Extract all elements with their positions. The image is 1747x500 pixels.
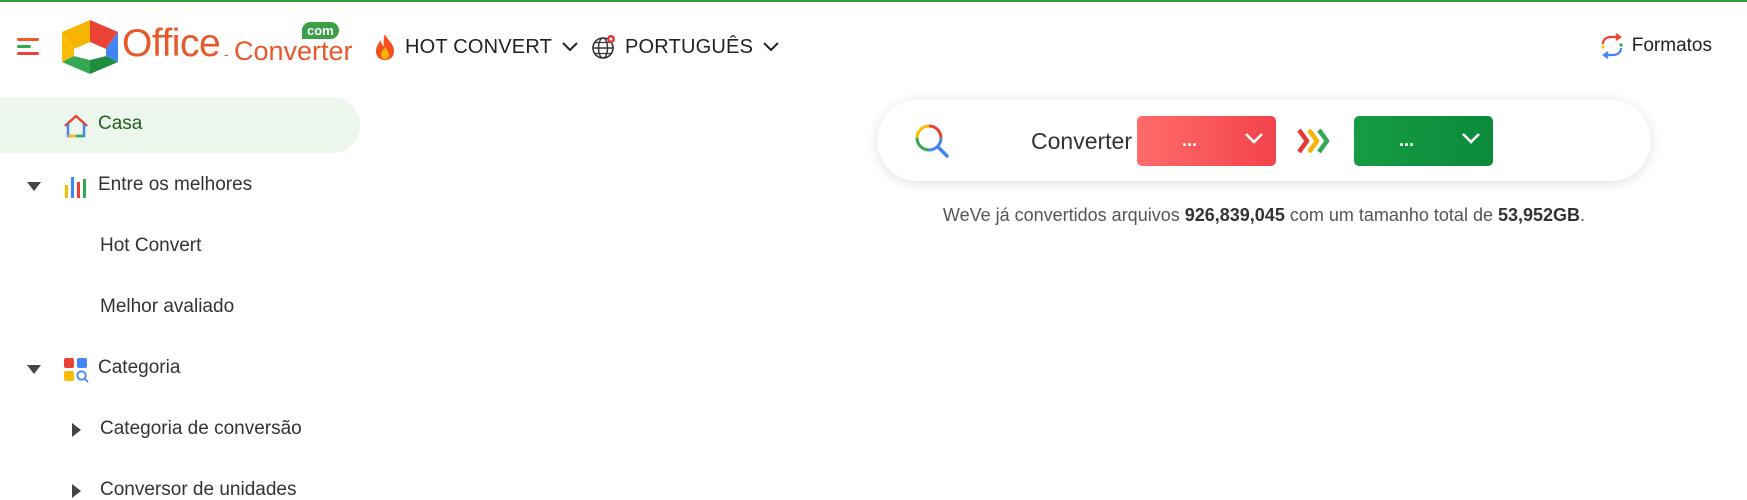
logo-text-office: Office	[122, 22, 221, 65]
stats-middle: com um tamanho total de	[1289, 205, 1493, 225]
to-format-value: ...	[1398, 130, 1414, 150]
chevron-down-icon	[763, 42, 779, 52]
fire-icon	[376, 34, 394, 60]
logo-dash: -	[224, 46, 229, 62]
from-format-value: ...	[1181, 130, 1197, 150]
from-format-select[interactable]: ...	[1137, 116, 1276, 166]
sidebar-item-label: Conversor de unidades	[100, 479, 297, 500]
chevron-down-icon	[1245, 133, 1263, 144]
globe-icon	[592, 35, 615, 59]
formats-link[interactable]: Formatos	[1599, 33, 1712, 59]
sidebar-item-categoria[interactable]: Categoria	[0, 341, 360, 397]
caret-right-icon	[72, 484, 81, 498]
caret-down-icon	[27, 182, 41, 191]
sidebar-item-conversor-de-unidades[interactable]: Conversor de unidades	[0, 463, 360, 500]
stats-prefix: WeVe já convertidos arquivos	[942, 205, 1180, 225]
sidebar: Casa Entre os melhores Hot Convert Melho…	[0, 97, 360, 500]
sidebar-item-casa[interactable]: Casa	[0, 97, 360, 153]
logo-text-converter: Converter	[234, 36, 353, 66]
home-icon	[64, 114, 88, 138]
nav-language-selector[interactable]: PORTUGUÊS	[591, 32, 779, 62]
search-icon[interactable]	[914, 123, 950, 159]
chevron-down-icon	[1462, 133, 1480, 144]
swap-arrows-icon	[1601, 33, 1623, 59]
chevron-down-icon	[562, 42, 578, 52]
sidebar-item-categoria-de-conversao[interactable]: Categoria de conversão	[0, 402, 360, 458]
category-icon	[64, 358, 89, 383]
nav-hot-convert[interactable]: HOT CONVERT	[373, 32, 578, 62]
sidebar-item-melhor-avaliado[interactable]: Melhor avaliado	[0, 280, 360, 336]
sidebar-item-label: Casa	[98, 113, 143, 134]
stats-files-count: 926,839,045	[1184, 205, 1285, 225]
formats-label: Formatos	[1631, 35, 1712, 56]
stats-total-size: 53,952GB	[1497, 205, 1581, 225]
logo-cube-icon	[62, 20, 118, 74]
stats-suffix: .	[1580, 205, 1586, 225]
sidebar-item-hot-convert[interactable]: Hot Convert	[0, 219, 360, 275]
sidebar-item-label: Entre os melhores	[98, 174, 253, 195]
site-logo[interactable]: Office - Converter com	[62, 16, 353, 76]
caret-down-icon	[27, 365, 41, 374]
sidebar-item-label: Hot Convert	[100, 235, 202, 256]
nav-hot-convert-label: HOT CONVERT	[405, 35, 553, 58]
converter-bar: Converter ... ...	[877, 100, 1651, 181]
menu-toggle-icon[interactable]	[17, 38, 39, 56]
nav-language-label: PORTUGUÊS	[625, 35, 754, 58]
converter-label: Converter	[1031, 128, 1132, 154]
to-format-select[interactable]: ...	[1354, 116, 1493, 166]
sidebar-item-entre-os-melhores[interactable]: Entre os melhores	[0, 158, 360, 214]
bar-chart-icon	[65, 177, 86, 198]
logo-badge-com: com	[302, 22, 339, 39]
site-header: Office - Converter com HOT CONVERT PORTU…	[0, 2, 1747, 90]
convert-arrows-icon	[1297, 128, 1330, 154]
conversion-stats: WeVe já convertidos arquivos 926,839,045…	[877, 205, 1651, 226]
sidebar-item-label: Categoria de conversão	[100, 418, 302, 439]
caret-right-icon	[72, 423, 81, 437]
sidebar-item-label: Categoria	[98, 357, 181, 378]
sidebar-item-label: Melhor avaliado	[100, 296, 235, 317]
